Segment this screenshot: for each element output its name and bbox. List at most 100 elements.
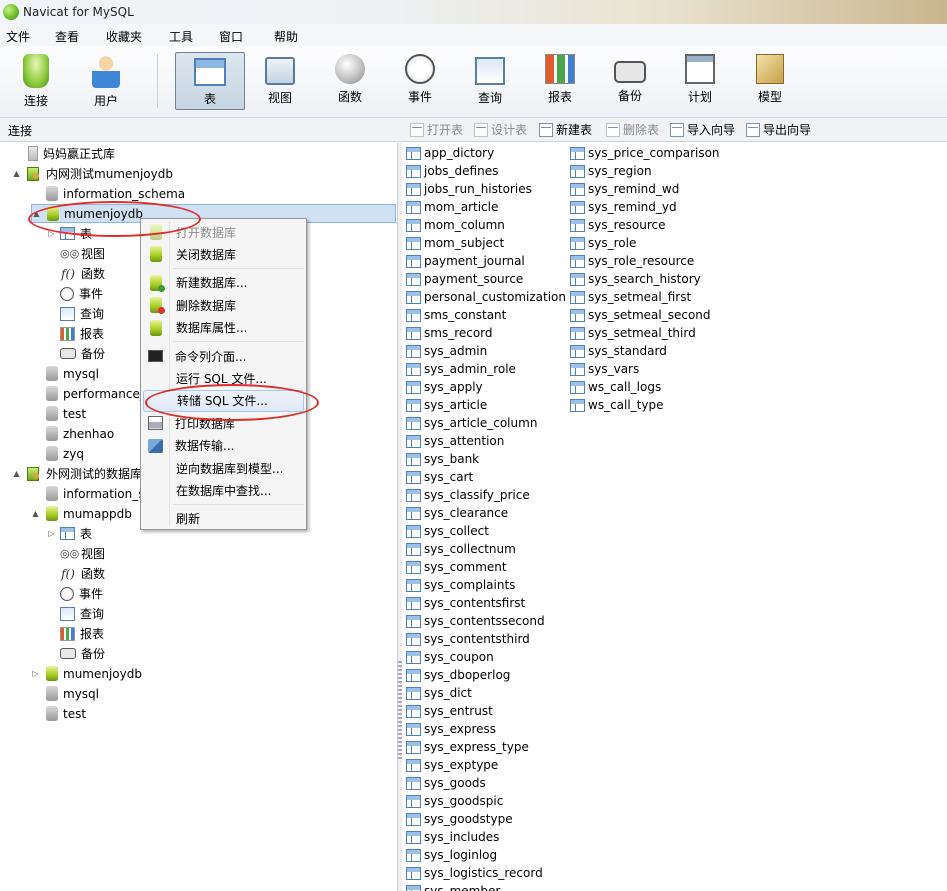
table-list-item[interactable]: sys_resource (570, 216, 666, 234)
tree-node-database-green[interactable]: ▷ mumenjoydb (31, 664, 142, 683)
tree-node-view[interactable]: ◎◎ 视图 (47, 244, 105, 263)
tree-node-function[interactable]: f() 函数 (47, 564, 105, 583)
table-list-item[interactable]: sys_collectnum (406, 540, 516, 558)
tree-node-database-gray[interactable]: test (31, 704, 86, 723)
table-list-item[interactable]: sys_collect (406, 522, 489, 540)
table-list-item[interactable]: ws_call_logs (570, 378, 661, 396)
table-list-item[interactable]: sys_loginlog (406, 846, 497, 864)
table-list-item[interactable]: sys_setmeal_third (570, 324, 696, 342)
table-list-item[interactable]: sys_entrust (406, 702, 493, 720)
table-list-item[interactable]: sys_coupon (406, 648, 494, 666)
tree-node-report[interactable]: 报表 (47, 324, 104, 343)
table-list-item[interactable]: sys_bank (406, 450, 479, 468)
table-list[interactable]: app_dictory jobs_defines jobs_run_historie… (402, 143, 947, 891)
toolbar-button-connect[interactable]: 连接 (1, 52, 71, 110)
menu-1[interactable]: 查看 (55, 28, 79, 45)
tree-node-report[interactable]: 报表 (47, 624, 104, 643)
tree-node-connection-gray[interactable]: 妈妈赢正式库 (12, 144, 115, 163)
table-list-item[interactable]: sys_standard (570, 342, 667, 360)
table-list-item[interactable]: mom_subject (406, 234, 504, 252)
table-list-item[interactable]: mom_column (406, 216, 505, 234)
tree-node-connection-green[interactable]: ▲ 内网测试mumenjoydb (12, 164, 173, 183)
tree-expander-icon[interactable]: ▷ (31, 669, 40, 678)
tree-expander-icon[interactable]: ▷ (47, 529, 56, 538)
menu-5[interactable]: 帮助 (274, 28, 298, 45)
tree-node-function[interactable]: f() 函数 (47, 264, 105, 283)
table-list-item[interactable]: sys_logistics_record (406, 864, 543, 882)
tree-node-database-gray[interactable]: information_s (31, 484, 145, 503)
subbar-action-4[interactable]: 导入向导 (670, 121, 735, 138)
toolbar-button-schedule[interactable]: 计划 (665, 52, 735, 110)
tree-node-table[interactable]: ▷ 表 (47, 524, 92, 543)
menu-3[interactable]: 工具 (169, 28, 193, 45)
table-list-item[interactable]: sys_role (570, 234, 636, 252)
tree-expander-icon[interactable]: ▲ (31, 509, 40, 518)
table-list-item[interactable]: sys_express (406, 720, 496, 738)
menu-4[interactable]: 窗口 (219, 28, 243, 45)
context-menu-item-7[interactable]: 命令列介面... (143, 345, 304, 367)
table-list-item[interactable]: sys_search_history (570, 270, 701, 288)
tree-node-backup[interactable]: 备份 (47, 344, 105, 363)
toolbar-button-table[interactable]: 表 (175, 52, 245, 110)
table-list-item[interactable]: sys_goodstype (406, 810, 513, 828)
table-list-item[interactable]: sys_exptype (406, 756, 498, 774)
table-list-item[interactable]: sys_price_comparison (570, 144, 720, 162)
tree-node-database-gray[interactable]: performance_ (31, 384, 146, 403)
table-list-item[interactable]: sys_contentssecond (406, 612, 545, 630)
context-menu-item-4[interactable]: 删除数据库 (143, 294, 304, 316)
tree-node-database-gray[interactable]: mysql (31, 684, 99, 703)
table-list-item[interactable]: sys_member (406, 882, 500, 891)
context-menu-item-3[interactable]: 新建数据库... (143, 272, 304, 294)
table-list-item[interactable]: sms_record (406, 324, 493, 342)
table-list-item[interactable]: sys_region (570, 162, 652, 180)
tree-node-backup[interactable]: 备份 (47, 644, 105, 663)
tree-expander-icon[interactable]: ▲ (12, 169, 21, 178)
context-menu-item-13[interactable]: 在数据库中查找... (143, 479, 304, 501)
menu-0[interactable]: 文件 (6, 28, 30, 45)
toolbar-button-event[interactable]: 事件 (385, 52, 455, 110)
toolbar-button-user[interactable]: 用户 (71, 52, 141, 110)
tree-node-database-green[interactable]: ▲ mumappdb (31, 504, 132, 523)
table-list-item[interactable]: sys_clearance (406, 504, 508, 522)
subbar-action-5[interactable]: 导出向导 (746, 121, 811, 138)
table-list-item[interactable]: sys_setmeal_second (570, 306, 711, 324)
table-list-item[interactable]: sys_contentsthird (406, 630, 530, 648)
toolbar-button-backup[interactable]: 备份 (595, 52, 665, 110)
table-list-item[interactable]: sys_comment (406, 558, 507, 576)
table-list-item[interactable]: payment_source (406, 270, 523, 288)
toolbar-button-view[interactable]: 视图 (245, 52, 315, 110)
tree-expander-icon[interactable]: ▲ (12, 469, 21, 478)
table-list-item[interactable]: sys_attention (406, 432, 504, 450)
table-list-item[interactable]: sys_express_type (406, 738, 529, 756)
tree-node-view[interactable]: ◎◎ 视图 (47, 544, 105, 563)
table-list-item[interactable]: sys_vars (570, 360, 639, 378)
context-menu-item-5[interactable]: 数据库属性... (143, 317, 304, 339)
tree-node-database-gray[interactable]: test (31, 404, 86, 423)
context-menu-item-15[interactable]: 刷新 (143, 508, 304, 530)
tree-node-database-gray[interactable]: zhenhao (31, 424, 114, 443)
table-list-item[interactable]: sys_includes (406, 828, 499, 846)
table-list-item[interactable]: app_dictory (406, 144, 494, 162)
tree-node-connection-green[interactable]: ▲ 外网测试的数据库 (12, 464, 142, 483)
table-list-item[interactable]: sys_cart (406, 468, 473, 486)
table-list-item[interactable]: sys_classify_price (406, 486, 530, 504)
table-list-item[interactable]: sys_setmeal_first (570, 288, 691, 306)
tree-node-query[interactable]: 查询 (47, 604, 104, 623)
table-list-item[interactable]: sys_dict (406, 684, 472, 702)
table-list-item[interactable]: sys_remind_wd (570, 180, 679, 198)
table-list-item[interactable]: jobs_run_histories (406, 180, 532, 198)
table-list-item[interactable]: payment_journal (406, 252, 525, 270)
table-list-item[interactable]: sys_admin_role (406, 360, 516, 378)
tree-node-database-gray[interactable]: mysql (31, 364, 99, 383)
table-list-item[interactable]: sys_article_column (406, 414, 537, 432)
tree-node-event[interactable]: 事件 (47, 284, 103, 303)
table-list-item[interactable]: sys_contentsfirst (406, 594, 525, 612)
table-list-item[interactable]: personal_customization (406, 288, 566, 306)
tree-node-database-gray[interactable]: zyq (31, 444, 84, 463)
subbar-action-2[interactable]: 新建表 (539, 121, 592, 138)
table-list-item[interactable]: ws_call_type (570, 396, 664, 414)
menu-2[interactable]: 收藏夹 (106, 28, 142, 45)
table-list-item[interactable]: sys_dboperlog (406, 666, 510, 684)
context-menu-item-1[interactable]: 关闭数据库 (143, 243, 304, 265)
toolbar-button-model[interactable]: 模型 (735, 52, 805, 110)
